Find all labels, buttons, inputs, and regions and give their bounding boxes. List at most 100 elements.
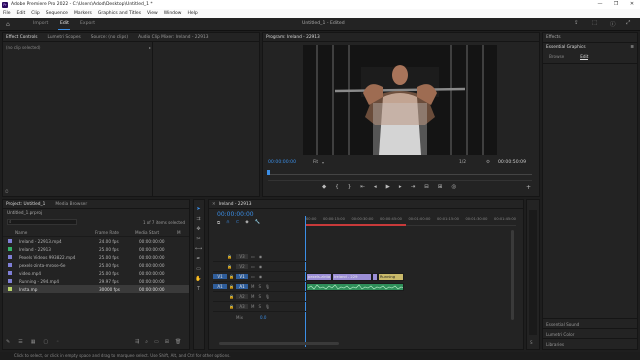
- export-frame-icon[interactable]: ◎: [451, 184, 456, 190]
- minimize-button[interactable]: —: [592, 0, 608, 9]
- label-color-chip[interactable]: [8, 255, 12, 259]
- tab-import[interactable]: Import: [33, 21, 48, 26]
- table-row[interactable]: video.mp4 25.00 fps 00:00:00:00: [3, 269, 189, 277]
- play-icon[interactable]: ▶: [386, 184, 390, 190]
- eye-icon[interactable]: ◉: [259, 264, 263, 269]
- add-marker-tl-icon[interactable]: ◆: [245, 220, 248, 226]
- tab-media-browser[interactable]: Media Browser: [55, 202, 87, 207]
- program-video-frame[interactable]: [303, 45, 497, 155]
- panel-menu-icon[interactable]: ≡: [630, 45, 634, 50]
- hand-icon[interactable]: ✋: [195, 276, 202, 283]
- resolution-select[interactable]: 1/2: [459, 160, 466, 165]
- menu-graphics[interactable]: Graphics and Titles: [98, 11, 141, 16]
- col-name[interactable]: Name: [15, 230, 95, 235]
- tab-edit[interactable]: Edit: [60, 21, 69, 26]
- trash-icon[interactable]: 🗑: [175, 339, 181, 345]
- expand-icon[interactable]: ▸: [149, 45, 151, 50]
- clip-pexels-zinta[interactable]: pexels-zinta: [306, 273, 332, 281]
- tab-source[interactable]: Source: (no clips): [91, 35, 128, 40]
- tab-audio-clip-mixer[interactable]: Audio Clip Mixer: Ireland - 22913: [138, 35, 208, 40]
- col-m[interactable]: M: [177, 230, 181, 235]
- mark-out-icon[interactable]: }: [348, 184, 352, 190]
- label-color-chip[interactable]: [8, 239, 12, 243]
- menu-help[interactable]: Help: [187, 11, 197, 16]
- rectangle-icon[interactable]: ▭: [195, 266, 202, 273]
- freeform-view-icon[interactable]: ▢: [43, 339, 48, 345]
- tab-export[interactable]: Export: [80, 21, 95, 26]
- eye-icon[interactable]: ◉: [259, 254, 263, 259]
- pen-icon[interactable]: ✒: [195, 256, 202, 263]
- find-icon[interactable]: ⌕: [145, 339, 148, 345]
- step-forward-icon[interactable]: ▸: [399, 184, 402, 190]
- mic-icon[interactable]: 🎙: [265, 294, 270, 299]
- label-color-chip[interactable]: [8, 263, 12, 267]
- label-color-chip[interactable]: [8, 279, 12, 283]
- new-bin-icon[interactable]: ▭: [154, 339, 159, 345]
- mark-in-icon[interactable]: {: [335, 184, 339, 190]
- label-color-chip[interactable]: [8, 271, 12, 275]
- source-patch-v1[interactable]: V1: [213, 274, 227, 279]
- lock-icon[interactable]: 🔒: [227, 294, 236, 299]
- eye-icon[interactable]: ◉: [259, 274, 263, 279]
- mute-icon[interactable]: M: [251, 284, 254, 289]
- menu-edit[interactable]: Edit: [17, 11, 26, 16]
- tab-sequence[interactable]: Ireland - 22913: [219, 202, 252, 207]
- essential-sound-item[interactable]: Essential Sound: [543, 318, 637, 328]
- tab-browse[interactable]: Browse: [549, 54, 564, 60]
- lock-icon[interactable]: 🔒: [227, 274, 236, 279]
- mute-icon[interactable]: M: [251, 294, 254, 299]
- sync-icon[interactable]: ▭: [251, 254, 255, 259]
- zoom-slider-icon[interactable]: ◦: [56, 339, 59, 345]
- clip-ireland[interactable]: Ireland - 229: [332, 273, 372, 281]
- menu-sequence[interactable]: Sequence: [46, 11, 68, 16]
- track-a2-header[interactable]: 🔒 A2 M S 🎙: [213, 292, 306, 302]
- track-a3-header[interactable]: 🔒 A3 M S 🎙: [213, 302, 306, 312]
- slip-icon[interactable]: ⟷: [195, 246, 202, 253]
- settings-icon[interactable]: ⚙: [486, 160, 490, 165]
- extract-icon[interactable]: ⊞: [438, 184, 443, 190]
- menu-markers[interactable]: Markers: [74, 11, 92, 16]
- lock-icon[interactable]: 🔒: [227, 284, 236, 289]
- close-tab-icon[interactable]: ✕: [212, 202, 216, 207]
- fit-select[interactable]: Fit: [313, 160, 318, 165]
- icon-view-icon[interactable]: ▦: [31, 339, 36, 345]
- step-back-icon[interactable]: ◂: [374, 184, 377, 190]
- solo-icon[interactable]: S: [258, 284, 261, 289]
- table-row[interactable]: pexels-zinta-mrose-6e 25.00 fps 00:00:00…: [3, 261, 189, 269]
- lock-icon[interactable]: 🔒: [227, 264, 236, 269]
- tab-project[interactable]: Project: Untitled_1: [6, 202, 45, 207]
- go-to-out-icon[interactable]: ⇥: [411, 184, 416, 190]
- wrench-icon[interactable]: 🔧: [255, 220, 261, 226]
- playhead-marker[interactable]: [267, 170, 270, 175]
- lock-icon[interactable]: 🔒: [227, 254, 236, 259]
- label-color-chip[interactable]: [8, 247, 12, 251]
- type-tool-icon[interactable]: T: [195, 286, 202, 293]
- button-editor-icon[interactable]: +: [526, 184, 531, 191]
- track-v2-header[interactable]: 🔒 V2 ▭ ◉: [213, 262, 306, 272]
- track-a1-header[interactable]: A1 🔒 A1 M S 🎙: [213, 282, 306, 292]
- col-frame-rate[interactable]: Frame Rate: [95, 230, 135, 235]
- mic-icon[interactable]: 🎙: [265, 284, 270, 289]
- program-title[interactable]: Program: Ireland - 22913: [266, 35, 320, 40]
- sync-icon[interactable]: ▭: [251, 274, 255, 279]
- lumetri-color-item[interactable]: Lumetri Color: [543, 328, 637, 338]
- solo-meter-icon[interactable]: S: [530, 340, 533, 345]
- menu-view[interactable]: View: [147, 11, 158, 16]
- timeline-horizontal-scrollbar[interactable]: [219, 342, 339, 345]
- solo-icon[interactable]: S: [258, 304, 261, 309]
- timeline-timecode[interactable]: 00:00:00:00: [217, 211, 254, 218]
- mix-value[interactable]: 0.0: [260, 315, 266, 320]
- close-button[interactable]: ✕: [624, 0, 640, 9]
- go-to-in-icon[interactable]: ⇤: [360, 184, 365, 190]
- libraries-item[interactable]: Libraries: [543, 338, 637, 348]
- mute-icon[interactable]: M: [251, 304, 254, 309]
- table-row-selected[interactable]: Insta.mp 30000 fps 00:00:00:00: [3, 285, 189, 293]
- tab-eg-edit[interactable]: Edit: [580, 54, 589, 60]
- track-v1-header[interactable]: V1 🔒 V1 ▭ ◉: [213, 272, 306, 282]
- table-row[interactable]: Ireland - 22913 25.00 fps 00:00:00:00: [3, 245, 189, 253]
- timeline-ruler[interactable]: 00:00 00:00:15:00 00:00:30:00 00:00:45:0…: [306, 214, 516, 226]
- label-color-chip[interactable]: [8, 287, 12, 291]
- automate-icon[interactable]: ⇶: [135, 339, 139, 345]
- snap-icon[interactable]: ∩: [226, 220, 229, 226]
- add-marker-icon[interactable]: ◆: [322, 184, 326, 190]
